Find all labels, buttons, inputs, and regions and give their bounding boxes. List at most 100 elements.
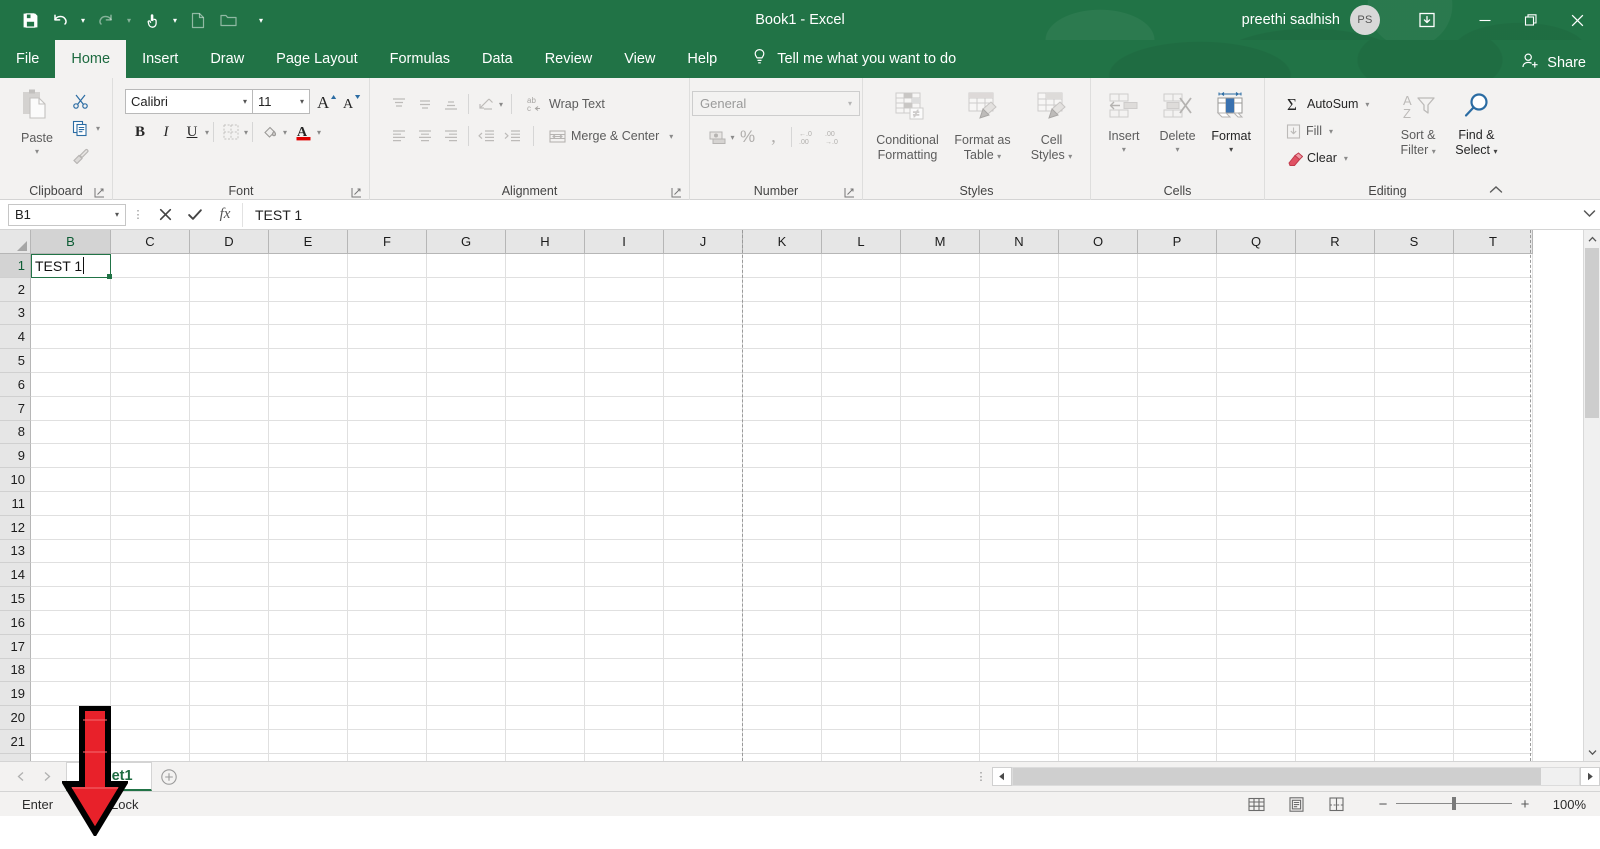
cell-M20[interactable]: [901, 706, 980, 730]
cell-N18[interactable]: [980, 659, 1059, 683]
font-size-dropdown-icon[interactable]: ▾: [300, 97, 304, 106]
scroll-right-button[interactable]: [1580, 767, 1600, 786]
cell-O20[interactable]: [1059, 706, 1138, 730]
cell-H1[interactable]: [506, 254, 585, 278]
cell-B6[interactable]: [31, 373, 111, 397]
cell-F3[interactable]: [348, 302, 427, 326]
cell-I13[interactable]: [585, 540, 664, 564]
cell-E1[interactable]: [269, 254, 348, 278]
add-sheet-icon[interactable]: [152, 763, 186, 791]
cell-M15[interactable]: [901, 587, 980, 611]
cell-S21[interactable]: [1375, 730, 1454, 754]
cell-K2[interactable]: [743, 278, 822, 302]
cell-P14[interactable]: [1138, 563, 1217, 587]
cell-S2[interactable]: [1375, 278, 1454, 302]
cell-J12[interactable]: [664, 516, 743, 540]
align-left-button[interactable]: [386, 123, 412, 149]
cell-O21[interactable]: [1059, 730, 1138, 754]
clear-button[interactable]: Clear: [1281, 146, 1341, 170]
scroll-left-button[interactable]: [992, 767, 1012, 786]
cell-L8[interactable]: [822, 421, 901, 445]
cell-K13[interactable]: [743, 540, 822, 564]
avatar[interactable]: PS: [1350, 5, 1380, 35]
cell-F21[interactable]: [348, 730, 427, 754]
cell-P4[interactable]: [1138, 325, 1217, 349]
cell-P7[interactable]: [1138, 397, 1217, 421]
cell-S7[interactable]: [1375, 397, 1454, 421]
customize-quick-access-icon[interactable]: ▾: [254, 6, 268, 34]
cell-G18[interactable]: [427, 659, 506, 683]
cell-I15[interactable]: [585, 587, 664, 611]
cell-J21[interactable]: [664, 730, 743, 754]
cell-O7[interactable]: [1059, 397, 1138, 421]
cell-I16[interactable]: [585, 611, 664, 635]
cell-B3[interactable]: [31, 302, 111, 326]
cell-R5[interactable]: [1296, 349, 1375, 373]
borders-button[interactable]: [218, 119, 244, 145]
cell-M17[interactable]: [901, 635, 980, 659]
cell-K17[interactable]: [743, 635, 822, 659]
cell-O18[interactable]: [1059, 659, 1138, 683]
expand-formula-bar-icon[interactable]: [1578, 209, 1600, 221]
cell-O10[interactable]: [1059, 468, 1138, 492]
cell-Q7[interactable]: [1217, 397, 1296, 421]
cell-M5[interactable]: [901, 349, 980, 373]
cell-K5[interactable]: [743, 349, 822, 373]
cell-P10[interactable]: [1138, 468, 1217, 492]
cell-R14[interactable]: [1296, 563, 1375, 587]
cell-M21[interactable]: [901, 730, 980, 754]
cell-S5[interactable]: [1375, 349, 1454, 373]
cell-L6[interactable]: [822, 373, 901, 397]
cell-I8[interactable]: [585, 421, 664, 445]
cell-E18[interactable]: [269, 659, 348, 683]
cell-Q2[interactable]: [1217, 278, 1296, 302]
cell-F12[interactable]: [348, 516, 427, 540]
tab-data[interactable]: Data: [466, 40, 529, 78]
cell-B10[interactable]: [31, 468, 111, 492]
cell-O8[interactable]: [1059, 421, 1138, 445]
cell-B17[interactable]: [31, 635, 111, 659]
cell-J17[interactable]: [664, 635, 743, 659]
cell-B8[interactable]: [31, 421, 111, 445]
cell-F18[interactable]: [348, 659, 427, 683]
cell-B13[interactable]: [31, 540, 111, 564]
delete-dropdown-icon[interactable]: ▾: [1176, 145, 1180, 154]
cell-M13[interactable]: [901, 540, 980, 564]
save-icon[interactable]: [16, 6, 44, 34]
orientation-dropdown-icon[interactable]: ▾: [499, 100, 503, 109]
conditional-formatting-button[interactable]: ≠ Conditional Formatting: [871, 87, 945, 162]
cell-G15[interactable]: [427, 587, 506, 611]
font-name-dropdown-icon[interactable]: ▾: [243, 97, 247, 106]
normal-view-icon[interactable]: [1236, 793, 1276, 815]
row-header-3[interactable]: 3: [0, 302, 31, 326]
fill-button[interactable]: Fill: [1281, 119, 1326, 143]
cell-N1[interactable]: [980, 254, 1059, 278]
row-header-6[interactable]: 6: [0, 373, 31, 397]
cell-F7[interactable]: [348, 397, 427, 421]
row-header-7[interactable]: 7: [0, 397, 31, 421]
cell-Q18[interactable]: [1217, 659, 1296, 683]
cell-P19[interactable]: [1138, 682, 1217, 706]
row-header-14[interactable]: 14: [0, 563, 31, 587]
cell-M14[interactable]: [901, 563, 980, 587]
cell-H2[interactable]: [506, 278, 585, 302]
merge-and-center-button[interactable]: Merge & Center: [544, 124, 663, 148]
cell-M6[interactable]: [901, 373, 980, 397]
cell-S3[interactable]: [1375, 302, 1454, 326]
cell-N15[interactable]: [980, 587, 1059, 611]
cell-Q14[interactable]: [1217, 563, 1296, 587]
cell-F16[interactable]: [348, 611, 427, 635]
cell-F10[interactable]: [348, 468, 427, 492]
restore-button[interactable]: [1508, 0, 1554, 40]
cell-I5[interactable]: [585, 349, 664, 373]
cell-I17[interactable]: [585, 635, 664, 659]
cell-G2[interactable]: [427, 278, 506, 302]
tab-help[interactable]: Help: [671, 40, 733, 78]
insert-cells-button[interactable]: Insert ▾: [1097, 87, 1151, 154]
cell-D13[interactable]: [190, 540, 269, 564]
cell-H13[interactable]: [506, 540, 585, 564]
sheet-tab-splitter[interactable]: ⋮: [970, 770, 992, 783]
cell-D6[interactable]: [190, 373, 269, 397]
close-button[interactable]: [1554, 0, 1600, 40]
cell-J6[interactable]: [664, 373, 743, 397]
